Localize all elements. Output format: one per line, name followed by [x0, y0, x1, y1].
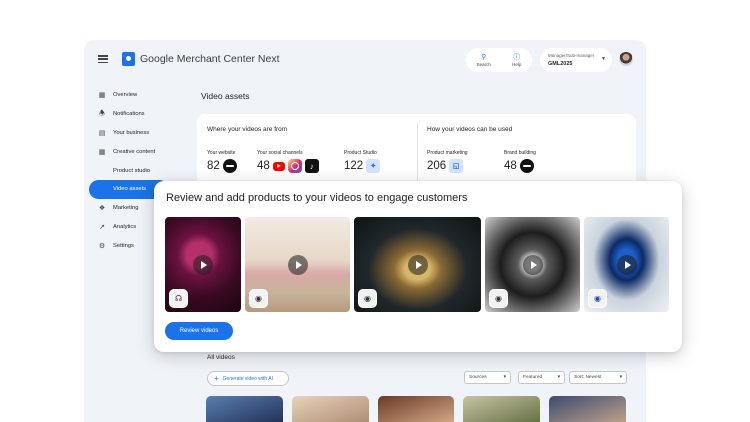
generate-video-button[interactable]: + Generate video with AI	[207, 371, 289, 386]
plus-icon: +	[214, 373, 219, 383]
sparkle-icon: ✦	[366, 159, 381, 173]
earbuds-product-chip[interactable]: ◉	[249, 289, 268, 308]
all-videos-title: All videos	[207, 354, 235, 361]
page-title: Video assets	[201, 91, 250, 101]
earbuds-product-chip[interactable]: ◉	[588, 289, 607, 308]
generate-video-label: Generate video with AI	[222, 375, 273, 382]
sidebar-item-label: Overview	[113, 92, 138, 99]
sources-title: Where your videos are from	[207, 126, 288, 133]
stat-value: 206	[427, 160, 447, 172]
brand-icon	[519, 159, 534, 173]
featured-filter[interactable]: Featured ▾	[518, 371, 565, 384]
sidebar-item-label: Notifications	[113, 111, 145, 118]
usage-title: How your videos can be used	[427, 126, 513, 133]
video-thumbnail-2[interactable]: ◉	[245, 217, 350, 312]
menu-icon[interactable]	[98, 55, 108, 63]
instagram-icon	[287, 159, 302, 173]
chevron-down-icon: ▾	[557, 375, 560, 380]
sidebar-item-overview[interactable]: ▦ Overview	[84, 86, 194, 105]
stat-label: Your social channels	[257, 150, 303, 156]
tiktok-icon: ♪	[304, 159, 319, 173]
video-thumbnail[interactable]	[463, 396, 541, 422]
stat-label: Product marketing	[427, 150, 468, 156]
play-icon	[522, 254, 543, 275]
stat-product-studio: Product Studio 122 ✦	[344, 150, 381, 173]
stat-label: Brand building	[504, 150, 536, 156]
chevron-down-icon: ▾	[619, 375, 622, 380]
stat-label: Your website	[207, 150, 236, 156]
chevron-down-icon: ▾	[503, 375, 506, 380]
review-videos-card: Review and add products to your videos t…	[154, 181, 682, 352]
trend-icon: ↗	[99, 223, 105, 231]
sidebar-item-label: Video assets	[113, 186, 147, 193]
megaphone-icon: ❖	[98, 205, 106, 213]
headphones-product-chip[interactable]: ☊	[169, 289, 188, 308]
stat-value: 48	[257, 160, 270, 172]
sidebar-item-product-studio[interactable]: Product studio	[84, 161, 194, 180]
video-thumbnail[interactable]	[377, 396, 455, 422]
play-icon	[287, 254, 308, 275]
all-videos-grid	[206, 396, 626, 422]
video-thumbnail-4[interactable]: ◉	[485, 217, 580, 312]
play-icon	[616, 254, 637, 275]
earbuds-product-chip[interactable]: ◉	[489, 289, 508, 308]
earbuds-product-chip[interactable]: ◉	[358, 289, 377, 308]
video-thumbnail-1[interactable]: ☊	[165, 217, 241, 312]
stat-label: Product Studio	[344, 150, 377, 156]
sidebar-item-label: Analytics	[113, 223, 137, 230]
stat-your-website: Your website 82	[207, 150, 237, 173]
overview-icon: ▦	[98, 92, 106, 100]
play-icon	[193, 254, 213, 275]
sidebar-item-label: Your business	[113, 129, 150, 136]
sidebar-item-label: Creative content	[113, 148, 156, 155]
website-icon	[222, 159, 237, 173]
video-carousel: ☊ ◉ ◉ ◉ ◉	[165, 217, 671, 312]
stat-value: 82	[207, 160, 220, 172]
sidebar-item-label: Product studio	[113, 167, 151, 174]
sidebar-item-creative-content[interactable]: ▦ Creative content	[84, 142, 194, 161]
sort-filter[interactable]: Sort: Newest ▾	[569, 371, 627, 384]
review-videos-button[interactable]: Review videos	[165, 322, 233, 340]
stat-value: 122	[344, 160, 364, 172]
sidebar-item-your-business[interactable]: ▤ Your business	[84, 124, 194, 143]
stat-brand-building: Brand building 48	[504, 150, 536, 173]
stat-social-channels: Your social channels 48 ▶ ♪	[257, 150, 319, 173]
filter-label: Featured	[523, 375, 543, 380]
grid-icon: ▦	[98, 148, 106, 156]
stat-value: 48	[504, 160, 517, 172]
gear-icon: ⚙	[98, 242, 106, 250]
bell-icon: 🕭	[98, 109, 106, 117]
video-thumbnail[interactable]	[549, 396, 626, 422]
video-thumbnail[interactable]	[206, 396, 283, 422]
sidebar-item-label: Settings	[113, 242, 134, 249]
video-thumbnail-3[interactable]: ◉	[354, 217, 481, 312]
sidebar-item-notifications[interactable]: 🕭 Notifications	[84, 105, 194, 124]
sidebar-item-label: Marketing	[113, 205, 139, 212]
product-tag-icon: ◱	[449, 159, 464, 173]
merchant-center-logo	[122, 52, 135, 66]
stat-product-marketing: Product marketing 206 ◱	[427, 150, 468, 173]
review-card-title: Review and add products to your videos t…	[166, 192, 468, 204]
filter-label: Sources	[469, 375, 487, 380]
video-thumbnail-5[interactable]: ◉	[584, 217, 669, 312]
divider	[417, 122, 418, 186]
youtube-icon: ▶	[272, 161, 285, 171]
video-thumbnail[interactable]	[291, 396, 369, 422]
filter-label: Sort: Newest	[574, 375, 602, 380]
store-icon: ▤	[98, 129, 106, 137]
play-icon	[407, 254, 428, 275]
sources-filter[interactable]: Sources ▾	[464, 371, 511, 384]
